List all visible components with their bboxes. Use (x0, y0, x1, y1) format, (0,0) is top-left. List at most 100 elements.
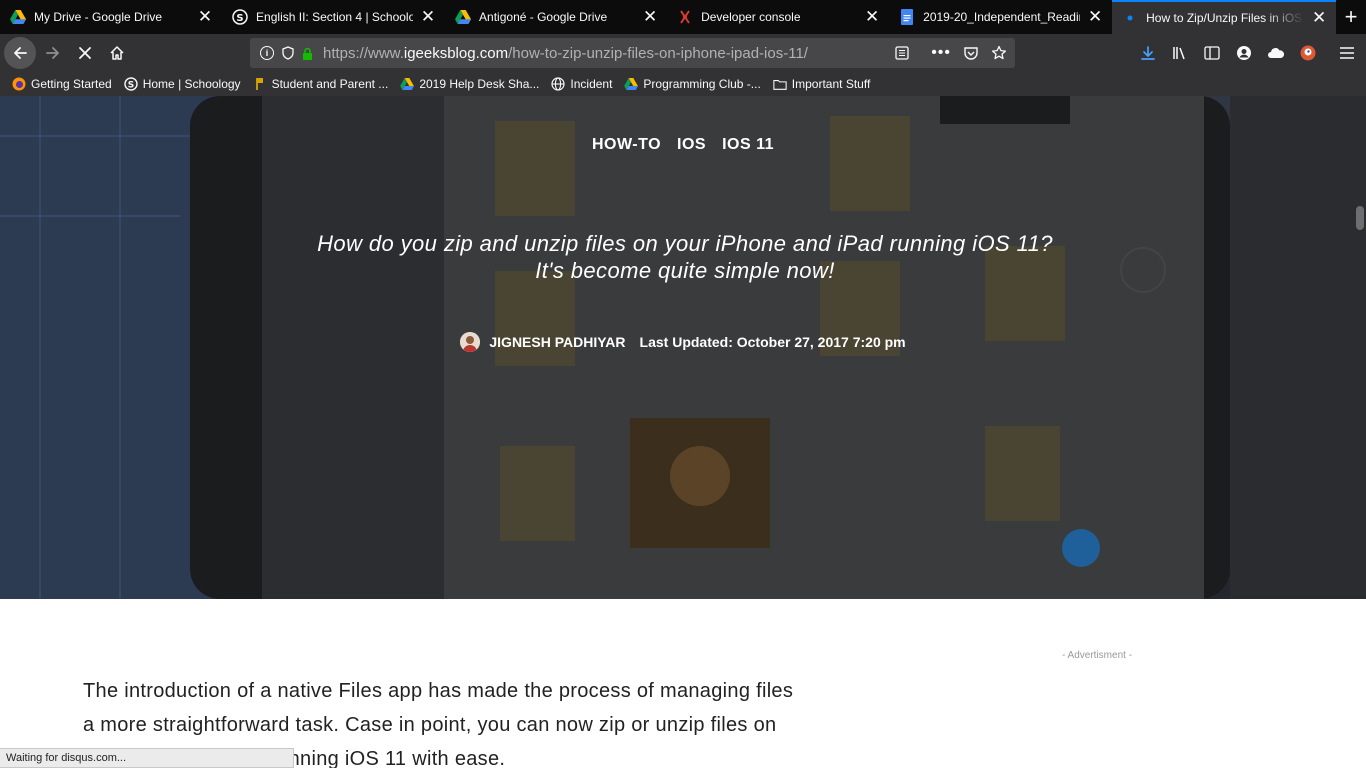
url-domain: igeeksblog.com (403, 44, 509, 62)
close-icon[interactable]: ✕ (863, 7, 881, 26)
tab-title: Antigoné - Google Drive (479, 10, 608, 24)
account-button[interactable] (1228, 37, 1260, 69)
bookmarks-toolbar: Getting Started S Home | Schoology Stude… (0, 72, 1366, 96)
category-tags: HOW-TO IOS IOS 11 (0, 136, 1366, 154)
url-prefix: https://www. (323, 44, 404, 62)
arrow-left-icon (14, 47, 27, 59)
url-text[interactable]: https://www.igeeksblog.com/how-to-zip-un… (323, 45, 808, 62)
author-avatar[interactable] (460, 332, 481, 352)
library-icon (1173, 47, 1185, 60)
tab-title: My Drive - Google Drive (34, 10, 163, 24)
bookmark-star-icon[interactable] (991, 45, 1007, 61)
tab-title: How to Zip/Unzip Files in iOS 11 (1146, 11, 1305, 25)
page-actions-icon[interactable]: ••• (931, 44, 951, 62)
forward-button[interactable] (37, 37, 69, 69)
loading-spinner-icon (1122, 10, 1138, 26)
subtitle-line-2: It's become quite simple now! (535, 258, 835, 283)
subtitle-line-1: How do you zip and unzip files on your i… (317, 231, 1053, 256)
close-icon[interactable]: ✕ (1310, 8, 1328, 27)
close-icon[interactable]: ✕ (196, 7, 214, 26)
schoology-icon: S (232, 9, 248, 25)
close-icon[interactable]: ✕ (419, 7, 437, 26)
bookmark-getting-started[interactable]: Getting Started (12, 77, 112, 91)
author-name[interactable]: JIGNESH PADHIYAR (489, 334, 625, 350)
hamburger-menu-icon (1340, 47, 1354, 59)
tab-independent-reading[interactable]: 2019-20_Independent_Reading ✕ (889, 0, 1112, 34)
bookmark-label: Home | Schoology (142, 77, 241, 91)
tab-zip-unzip-active[interactable]: How to Zip/Unzip Files in iOS 11 ✕ (1112, 0, 1337, 34)
lock-icon[interactable] (302, 47, 313, 60)
bookmark-label: Student and Parent ... (271, 77, 389, 91)
library-button[interactable] (1164, 37, 1196, 69)
account-icon (1237, 46, 1251, 60)
bookmark-label: Programming Club -... (643, 77, 761, 91)
tab-title: Developer console (701, 10, 801, 24)
bookmark-incident[interactable]: Incident (551, 77, 612, 91)
category-how-to[interactable]: HOW-TO (592, 136, 661, 154)
tab-antigone[interactable]: Antigoné - Google Drive ✕ (445, 0, 667, 34)
google-docs-icon (899, 9, 915, 25)
pocket-icon[interactable] (963, 46, 979, 61)
status-bar: Waiting for disqus.com... (0, 748, 294, 768)
tab-title: 2019-20_Independent_Reading (923, 10, 1081, 24)
back-button[interactable] (4, 37, 36, 69)
bookmark-label: Important Stuff (791, 77, 871, 91)
download-icon (1141, 46, 1155, 60)
firefox-icon (12, 77, 26, 91)
info-icon[interactable]: i (260, 46, 274, 60)
downloads-button[interactable] (1132, 37, 1164, 69)
duckduckgo-extension-button[interactable] (1292, 37, 1324, 69)
globe-icon (551, 77, 565, 91)
bookmark-label: 2019 Help Desk Sha... (419, 77, 540, 91)
advertisement-label: - Advertisment - (1062, 650, 1133, 661)
google-drive-icon (400, 77, 415, 91)
tracking-shield-icon[interactable] (282, 46, 294, 60)
navigation-toolbar: i https://www.igeeksblog.com/how-to-zip-… (0, 34, 1366, 72)
tab-developer-console[interactable]: Developer console ✕ (667, 0, 889, 34)
bookmark-programming-club[interactable]: Programming Club -... (624, 77, 761, 91)
bookmark-home-schoology[interactable]: S Home | Schoology (124, 77, 241, 91)
sidebar-button[interactable] (1196, 37, 1228, 69)
folder-icon (773, 77, 787, 91)
url-path: /how-to-zip-unzip-files-on-iphone-ipad-i… (508, 44, 808, 62)
sidebar-icon (1204, 46, 1220, 60)
developer-console-icon (677, 9, 693, 25)
tab-strip: My Drive - Google Drive ✕ S English II: … (0, 0, 1366, 34)
home-icon (110, 46, 124, 60)
tab-schoology[interactable]: S English II: Section 4 | Schoology ✕ (222, 0, 445, 34)
hero-banner: HOW-TO IOS IOS 11 How do you zip and unz… (0, 96, 1366, 599)
google-drive-icon (10, 9, 26, 25)
google-drive-icon (624, 77, 639, 91)
svg-text:S: S (236, 13, 243, 24)
article-subtitle: How do you zip and unzip files on your i… (280, 230, 1090, 284)
article-line-1: The introduction of a native Files app h… (83, 680, 794, 702)
category-ios-11[interactable]: IOS 11 (722, 136, 774, 154)
svg-text:S: S (127, 81, 133, 91)
close-icon[interactable]: ✕ (641, 7, 659, 26)
bookmark-label: Getting Started (31, 77, 112, 91)
cloud-icon (1268, 48, 1285, 58)
schoology-icon: S (124, 77, 138, 91)
last-updated: Last Updated: October 27, 2017 7:20 pm (639, 334, 906, 350)
plus-icon: + (1344, 4, 1358, 29)
menu-button[interactable] (1331, 37, 1363, 69)
bookmark-label: Incident (570, 77, 613, 91)
scrollbar-thumb[interactable] (1356, 206, 1364, 230)
author-meta: JIGNESH PADHIYAR Last Updated: October 2… (0, 332, 1366, 352)
tab-title: English II: Section 4 | Schoology (256, 10, 414, 24)
url-bar[interactable]: i https://www.igeeksblog.com/how-to-zip-… (250, 38, 1015, 68)
stop-loading-button[interactable] (69, 37, 101, 69)
tab-my-drive[interactable]: My Drive - Google Drive ✕ (0, 0, 222, 34)
bookmark-folder-important-stuff[interactable]: Important Stuff (773, 77, 871, 91)
page-viewport: HOW-TO IOS IOS 11 How do you zip and unz… (0, 96, 1366, 768)
reader-view-icon[interactable] (895, 46, 909, 60)
bookmark-student-and-parent[interactable]: Student and Parent ... (253, 77, 389, 91)
category-ios[interactable]: IOS (677, 136, 706, 154)
arrow-right-icon (46, 47, 59, 59)
close-icon[interactable]: ✕ (1086, 7, 1104, 26)
bookmark-help-desk[interactable]: 2019 Help Desk Sha... (400, 77, 539, 91)
new-tab-button[interactable]: + (1336, 0, 1366, 34)
extension-cloud-button[interactable] (1260, 37, 1292, 69)
home-button[interactable] (101, 37, 133, 69)
flag-icon (253, 77, 267, 91)
